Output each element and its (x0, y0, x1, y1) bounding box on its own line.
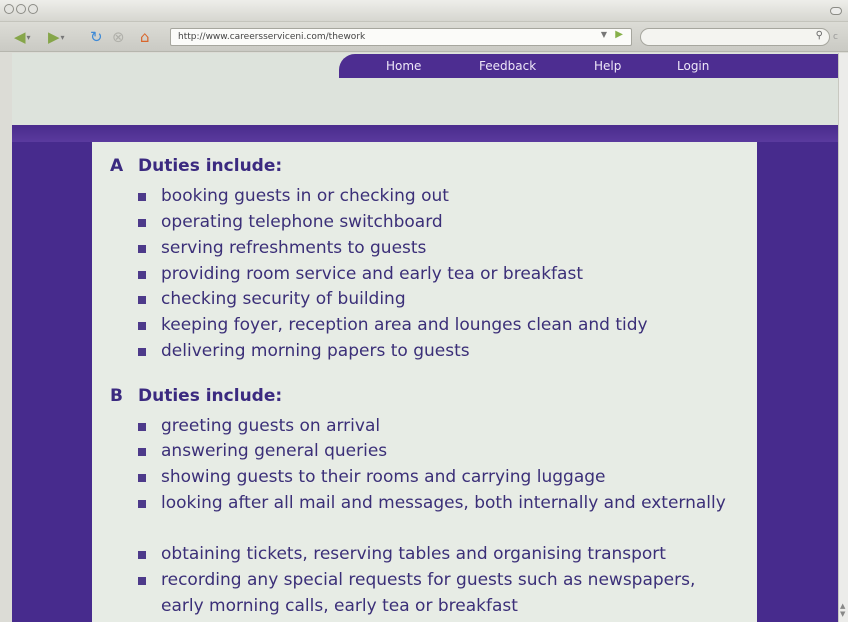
bullet-icon (138, 271, 146, 279)
bullet-icon (138, 474, 146, 482)
section-letter: A (110, 156, 124, 176)
forward-button[interactable]: ▶ ▾ (48, 27, 65, 47)
section-letter: B (110, 386, 123, 406)
forward-arrow-icon: ▶ (48, 28, 60, 46)
nav-feedback-link[interactable]: Feedback (479, 59, 536, 73)
nav-help-link[interactable]: Help (594, 59, 621, 73)
bullet-icon (138, 296, 146, 304)
bullet-icon (138, 551, 146, 559)
url-text: http://www.careersserviceni.com/thework (178, 32, 366, 42)
right-side-panel (757, 142, 838, 622)
back-button[interactable]: ◀ ▾ (14, 27, 31, 47)
vertical-scrollbar[interactable]: ▲ ▼ (838, 53, 848, 622)
zoom-window-button[interactable] (28, 4, 38, 14)
scroll-arrows-icon[interactable]: ▲ ▼ (840, 602, 845, 618)
window-titlebar (0, 0, 848, 22)
nav-login-link[interactable]: Login (677, 59, 709, 73)
stop-button[interactable]: ⊗ (112, 27, 125, 47)
chevron-down-icon[interactable]: ▼ (601, 30, 607, 39)
site-header: Home Feedback Help Login (12, 53, 838, 125)
reload-button[interactable]: ↻ (90, 27, 103, 47)
stop-icon: ⊗ (112, 28, 125, 46)
minimize-window-button[interactable] (16, 4, 26, 14)
browser-toolbar: ◀ ▾ ▶ ▾ ↻ ⊗ ⌂ http://www.careersserviceni.… (0, 22, 848, 52)
content-panel: A Duties include: booking guests in or ch… (92, 142, 757, 622)
bullet-icon (138, 577, 146, 585)
address-bar[interactable]: http://www.careersserviceni.com/thework … (170, 28, 632, 46)
house-icon: ⌂ (140, 28, 150, 46)
search-input[interactable]: ⚲ (640, 28, 830, 46)
section-b-heading: B Duties include: (110, 386, 282, 406)
window-controls (4, 4, 38, 14)
bullet-icon (138, 500, 146, 508)
chevron-down-icon: ▾ (26, 32, 31, 42)
page-viewport: Home Feedback Help Login A Duties include… (12, 53, 838, 622)
close-window-button[interactable] (4, 4, 14, 14)
reload-small-icon[interactable]: c (833, 32, 838, 42)
left-side-panel (12, 142, 92, 622)
reload-icon: ↻ (90, 28, 103, 46)
search-icon: ⚲ (815, 30, 823, 41)
section-a-heading: A Duties include: (110, 156, 282, 176)
section-heading-text: Duties include: (138, 386, 283, 406)
back-arrow-icon: ◀ (14, 28, 26, 46)
bullet-icon (138, 448, 146, 456)
nav-home-link[interactable]: Home (386, 59, 421, 73)
bullet-icon (138, 245, 146, 253)
home-button[interactable]: ⌂ (140, 27, 150, 47)
section-heading-text: Duties include: (138, 156, 283, 176)
bullet-icon (138, 193, 146, 201)
chevron-down-icon: ▾ (60, 32, 65, 42)
header-band (12, 125, 838, 142)
bullet-icon (138, 322, 146, 330)
go-arrow-icon[interactable]: ▶ (615, 29, 623, 40)
bullet-icon (138, 219, 146, 227)
bullet-icon (138, 348, 146, 356)
toolbar-toggle-button[interactable] (830, 7, 842, 15)
site-nav: Home Feedback Help Login (339, 54, 838, 78)
bullet-icon (138, 423, 146, 431)
